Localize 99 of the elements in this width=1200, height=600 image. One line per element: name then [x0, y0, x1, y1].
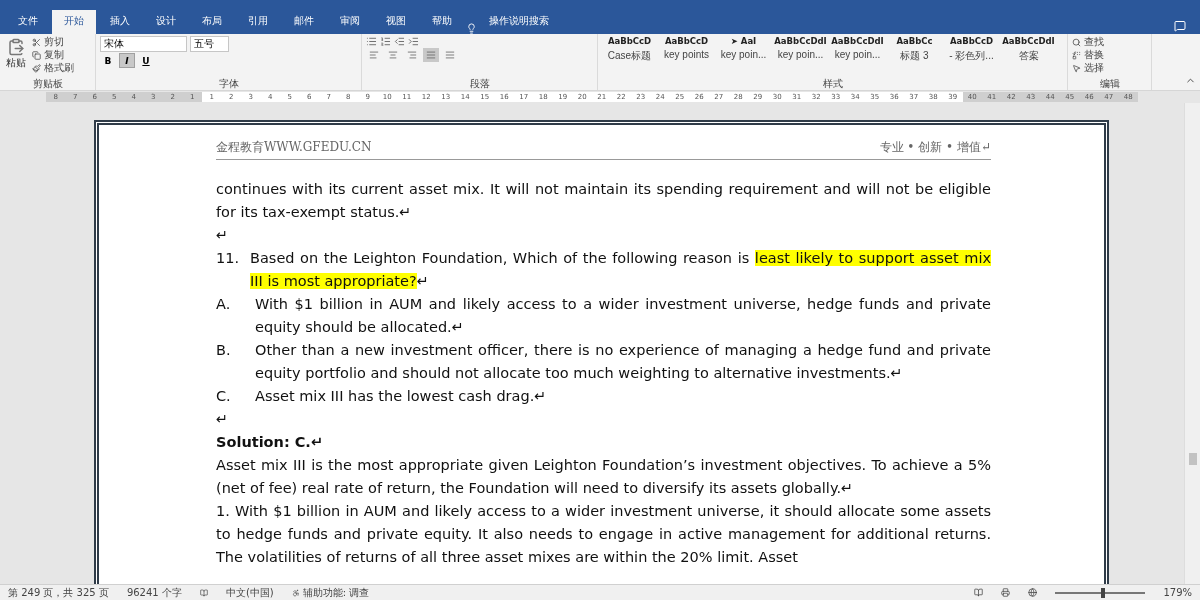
format-button[interactable]: U [138, 53, 154, 68]
option-text: With $1 billion in AUM and likely access to a wider investment universe, hedge funds and private equity should be allocated.↵ [255, 295, 991, 337]
paintbrush-icon [32, 63, 41, 73]
vertical-scrollbar[interactable] [1184, 103, 1200, 584]
style-gallery-item[interactable]: AaBbCcDdI key poin... [773, 36, 828, 60]
ribbon-tab[interactable]: 邮件 [282, 10, 326, 34]
style-gallery-item[interactable]: AaBbCcD key points [659, 36, 714, 60]
style-preview: AaBbCcDdI [1002, 36, 1055, 46]
zoom-level: 179% [1163, 587, 1192, 598]
style-name: 答案 [1018, 49, 1039, 63]
group-label: 字体 [217, 78, 240, 90]
style-gallery-item[interactable]: AaBbCcDdI key poin... [830, 36, 885, 60]
group-label: 样式 [821, 78, 844, 90]
ribbon-tab[interactable]: 开始 [52, 10, 96, 34]
ribbon-tab[interactable]: 视图 [374, 10, 418, 34]
format-button[interactable]: B [100, 53, 116, 68]
format-button[interactable]: I [119, 53, 135, 68]
replace-button[interactable]: 替换 [1072, 49, 1104, 61]
style-name: key points [664, 49, 709, 60]
word-count: 96241 个字 [126, 585, 182, 600]
option-letter: A. [216, 295, 232, 314]
comment-icon[interactable] [1174, 20, 1186, 32]
scroll-thumb[interactable] [1188, 453, 1197, 465]
paragraph: 1. With $1 billion in AUM and likely access to a wider investment universe, it should allocate some assets to hedge funds and private equity. It also needs to engage in active management for additional returns. The volatilities of returns of all three asset mixes are within the 20% limit. Asset [216, 502, 991, 567]
style-name: Case标题 [607, 49, 652, 63]
clipboard-icon [7, 38, 25, 56]
style-preview: AaBbCcD [607, 36, 652, 46]
paragraph-mark: ↵ [216, 226, 230, 245]
cut-button[interactable]: 剪切 [32, 36, 74, 48]
paragraph-mark: ↵ [216, 410, 230, 429]
align-center-icon [388, 50, 398, 60]
style-gallery-item[interactable]: AaBbCc 标题 3 [887, 36, 942, 63]
zoom-slider-thumb[interactable] [1101, 587, 1106, 598]
style-preview: AaBbCcD [664, 36, 709, 46]
question-text: Based on the Leighton Foundation, Which of the following reason is least likely to support asset mix III is most appropriate?↵ [250, 249, 991, 291]
replace-icon [1072, 50, 1081, 60]
style-preview: AaBbCc [896, 36, 933, 46]
group-label: 段落 [468, 78, 491, 90]
question-number: 11. [216, 249, 241, 268]
read-mode-icon[interactable] [974, 588, 984, 597]
style-gallery-item[interactable]: AaBbCcDdI 答案 [1001, 36, 1056, 63]
font-size-field[interactable]: 五号 [190, 36, 229, 52]
style-name: key poin... [720, 49, 767, 60]
style-preview: AaBbCcDdI [831, 36, 884, 46]
style-gallery-item[interactable]: AaBbCcD Case标题 [602, 36, 657, 63]
ribbon-tab[interactable]: 引用 [236, 10, 280, 34]
page-count: 第 249 页，共 325 页 [8, 585, 109, 600]
accessibility-status: 辅助功能: 调查 [302, 585, 370, 600]
scissors-icon [32, 37, 41, 47]
option-letter: B. [216, 341, 232, 360]
group-label: 剪贴板 [31, 78, 64, 90]
proofing-icon[interactable] [199, 588, 208, 597]
group-label: 编辑 [1098, 78, 1121, 90]
pointer-icon [1072, 63, 1081, 73]
option-text: Asset mix III has the lowest cash drag.↵ [255, 387, 548, 406]
style-preview: AaBbCcDdI [774, 36, 827, 46]
style-name: key poin... [777, 49, 824, 60]
copy-button[interactable]: 复制 [32, 49, 74, 61]
ribbon-tab[interactable]: 审阅 [328, 10, 372, 34]
style-preview: AaBbCcD [949, 36, 994, 46]
copy-icon [32, 50, 41, 60]
print-layout-icon[interactable] [1001, 588, 1011, 597]
lightbulb-icon[interactable] [466, 23, 477, 34]
font-name-field[interactable]: 宋体 [100, 36, 187, 52]
ribbon-tab[interactable]: 帮助 [420, 10, 464, 34]
paragraph: continues with its current asset mix. It will not maintain its spending requirement and will not be eligible for its tax-exempt status.↵ [216, 180, 991, 222]
ribbon-tab[interactable]: 插入 [98, 10, 142, 34]
increase-indent-icon[interactable] [408, 36, 419, 47]
distributed-icon [445, 50, 455, 60]
align-left-icon [369, 50, 379, 60]
style-name: key poin... [834, 49, 881, 60]
ribbon-tab[interactable]: 布局 [190, 10, 234, 34]
solution-heading: Solution: C.↵ [216, 433, 325, 452]
ribbon-tab[interactable]: 设计 [144, 10, 188, 34]
option-text: Other than a new investment officer, there is no experience of managing a hedge fund and private equity portfolio and should not allocate too much weighting to alternative investments.↵ [255, 341, 991, 383]
select-button[interactable]: 选择 [1072, 62, 1104, 74]
tell-me-search[interactable]: 操作说明搜索 [479, 14, 559, 34]
bullets-icon[interactable] [366, 36, 377, 47]
web-layout-icon[interactable] [1028, 588, 1038, 597]
align-right-icon [407, 50, 417, 60]
style-name: - 彩色列... [949, 49, 994, 63]
page-header-text: 专业 • 创新 • 增值↵ [879, 139, 991, 156]
ribbon-tab[interactable]: 文件 [6, 10, 50, 34]
search-icon [1072, 37, 1081, 47]
justify-icon [426, 50, 436, 60]
paste-button[interactable]: 粘贴 [4, 36, 28, 72]
style-preview: ➤ AaI [730, 36, 757, 46]
find-button[interactable]: 查找 [1072, 36, 1104, 48]
style-gallery-item[interactable]: AaBbCcD - 彩色列... [944, 36, 999, 63]
decrease-indent-icon[interactable] [394, 36, 405, 47]
numbering-icon[interactable] [380, 36, 391, 47]
style-gallery-item[interactable]: ➤ AaI key poin... [716, 36, 771, 60]
option-letter: C. [216, 387, 232, 406]
page-header-text: 金程教育WWW.GFEDU.CN [216, 139, 372, 156]
accessibility-icon[interactable] [291, 588, 300, 597]
format-painter-button[interactable]: 格式刷 [32, 62, 74, 74]
paragraph: Asset mix III is the most appropriate given Leighton Foundation’s investment objectives. To achieve a 5% (net of fee) real rate of return, the Foundation will need to diversify its assets globally.↵ [216, 456, 991, 498]
language-status: 中文(中国) [225, 585, 274, 600]
style-name: 标题 3 [900, 49, 929, 63]
